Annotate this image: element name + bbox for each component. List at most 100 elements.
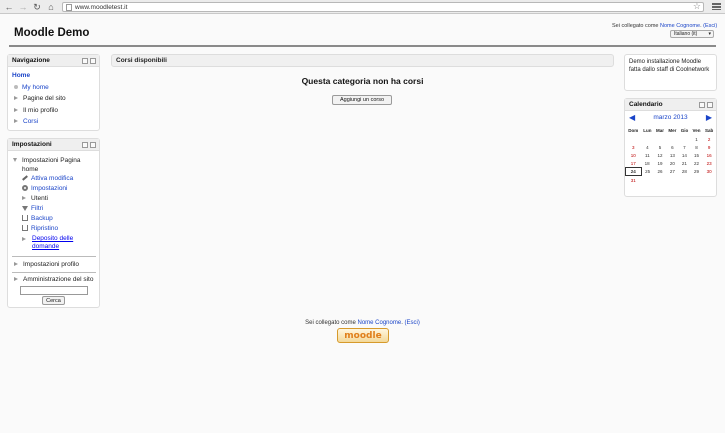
settings-item-label[interactable]: Filtri	[31, 205, 43, 212]
calendar-day[interactable]: 25	[641, 168, 654, 176]
user-name-link[interactable]: Nome Cognome	[660, 23, 700, 29]
forward-arrow-icon[interactable]: →	[18, 2, 28, 12]
nav-item-label[interactable]: Corsi	[23, 118, 38, 125]
login-info: Sei collegato come Nome Cognome. (Esci)	[612, 23, 718, 29]
settings-search-input[interactable]	[20, 286, 88, 295]
browser-menu-icon[interactable]	[712, 2, 721, 12]
dock-icon[interactable]	[82, 58, 88, 64]
calendar-day[interactable]: 30	[703, 168, 716, 176]
calendar-week-row: 17 18 19 20 21 22 23	[626, 160, 716, 168]
calendar-day[interactable]: 31	[626, 176, 642, 184]
calendar-day[interactable]: 11	[641, 151, 654, 159]
site-title[interactable]: Moodle Demo	[14, 27, 89, 39]
calendar-day[interactable]: 2	[703, 135, 716, 143]
nav-item-my-profile[interactable]: Il mio profilo	[12, 105, 96, 117]
collapse-icon[interactable]	[90, 58, 96, 64]
dock-icon[interactable]	[699, 102, 705, 108]
reload-icon[interactable]: ↻	[32, 2, 42, 12]
site-admin-node[interactable]: Amministrazione del sito	[12, 274, 96, 286]
profile-settings-node[interactable]: Impostazioni profilo	[12, 259, 96, 271]
calendar-day[interactable]: 29	[690, 168, 702, 176]
expand-arrow-icon[interactable]	[22, 237, 26, 241]
calendar-week-row: 31	[626, 176, 716, 184]
calendar-day[interactable]: 18	[641, 160, 654, 168]
settings-item-label[interactable]: Impostazioni	[31, 185, 68, 192]
expand-arrow-icon[interactable]	[14, 107, 18, 112]
settings-item-question-bank[interactable]: Deposito delle domande	[22, 235, 96, 251]
calendar-day[interactable]: 19	[654, 160, 666, 168]
calendar-day[interactable]: 28	[679, 168, 691, 176]
calendar-day[interactable]: 15	[690, 151, 702, 159]
logout-link[interactable]: (Esci)	[703, 23, 717, 29]
calendar-day[interactable]: 26	[654, 168, 666, 176]
filter-icon	[22, 205, 28, 211]
home-icon[interactable]: ⌂	[46, 2, 56, 12]
expand-arrow-icon[interactable]	[14, 119, 18, 124]
calendar-day[interactable]: 24	[625, 167, 642, 177]
next-month-arrow-icon[interactable]: ▶	[706, 113, 712, 122]
calendar-day[interactable]: 3	[626, 143, 642, 151]
settings-item-filters[interactable]: Filtri	[22, 204, 96, 214]
expand-arrow-icon[interactable]	[14, 262, 18, 267]
settings-item-label[interactable]: Ripristino	[31, 225, 58, 232]
calendar-day[interactable]: 14	[679, 151, 691, 159]
calendar-day[interactable]: 27	[666, 168, 678, 176]
calendar-day[interactable]: 6	[666, 143, 678, 151]
expand-arrow-icon[interactable]	[22, 196, 26, 201]
calendar-day[interactable]: 9	[703, 143, 716, 151]
settings-item-backup[interactable]: Backup	[22, 214, 96, 224]
footer-user-name-link[interactable]: Nome Cognome	[358, 320, 402, 326]
dock-icon[interactable]	[82, 142, 88, 148]
calendar-day[interactable]: 4	[641, 143, 654, 151]
info-block: Demo installazione Moodle fatta dallo st…	[624, 54, 717, 91]
logo-text: moodle	[344, 331, 382, 341]
expand-arrow-icon[interactable]	[14, 96, 18, 101]
calendar-day[interactable]: 23	[703, 160, 716, 168]
calendar-day[interactable]: 20	[666, 160, 678, 168]
bookmark-star-icon[interactable]: ☆	[693, 2, 701, 11]
calendar-day[interactable]: 7	[679, 143, 691, 151]
calendar-day[interactable]: 12	[654, 151, 666, 159]
calendar-day[interactable]: 17	[626, 160, 642, 168]
chevron-down-icon: ▾	[708, 31, 711, 37]
moodle-logo[interactable]: moodle	[337, 328, 389, 343]
back-arrow-icon[interactable]: ←	[4, 2, 14, 12]
calendar-day[interactable]: 1	[690, 135, 702, 143]
settings-item-label[interactable]: Backup	[31, 215, 53, 222]
page-settings-node[interactable]: Impostazioni Pagina home	[12, 156, 96, 174]
bullet-icon	[14, 84, 18, 89]
collapse-icon[interactable]	[90, 142, 96, 148]
calendar-day[interactable]: 13	[666, 151, 678, 159]
navigation-block: Navigazione Home My home Pagine del sito…	[7, 54, 100, 131]
calendar-day[interactable]: 5	[654, 143, 666, 151]
search-button[interactable]: Cerca	[42, 296, 65, 305]
address-bar[interactable]: www.moodletest.it ☆	[62, 2, 704, 12]
login-prefix: Sei collegato come	[612, 23, 659, 29]
footer-logout-link[interactable]: (Esci)	[405, 320, 420, 326]
calendar-month-link[interactable]: marzo 2013	[625, 114, 716, 121]
settings-item-settings[interactable]: Impostazioni	[22, 184, 96, 194]
settings-item-edit-mode[interactable]: Attiva modifica	[22, 174, 96, 184]
nav-home-link[interactable]: Home	[12, 72, 30, 79]
nav-item-label[interactable]: My home	[22, 84, 49, 91]
nav-item-courses[interactable]: Corsi	[12, 116, 96, 128]
expand-arrow-icon[interactable]	[14, 276, 18, 281]
nav-item-my-home[interactable]: My home	[12, 82, 96, 94]
calendar-day[interactable]: 8	[690, 143, 702, 151]
settings-item-label[interactable]: Attiva modifica	[31, 175, 73, 182]
settings-item-restore[interactable]: Ripristino	[22, 224, 96, 234]
nav-item-site-pages[interactable]: Pagine del sito	[12, 93, 96, 105]
settings-item-users[interactable]: Utenti	[22, 194, 96, 204]
calendar-day[interactable]: 10	[626, 151, 642, 159]
language-select[interactable]: Italiano (it) ▾	[670, 30, 714, 38]
calendar-day[interactable]: 21	[679, 160, 691, 168]
calendar-day[interactable]: 16	[703, 151, 716, 159]
collapse-arrow-icon[interactable]	[13, 158, 17, 162]
calendar-weekday: Mer	[668, 128, 677, 133]
collapse-icon[interactable]	[707, 102, 713, 108]
calendar-weekday: Sab	[704, 128, 714, 133]
settings-item-label[interactable]: Deposito delle domande	[32, 235, 73, 250]
add-course-button[interactable]: Aggiungi un corso	[332, 95, 392, 105]
settings-item-label: Utenti	[31, 195, 48, 202]
calendar-day[interactable]: 22	[690, 160, 702, 168]
